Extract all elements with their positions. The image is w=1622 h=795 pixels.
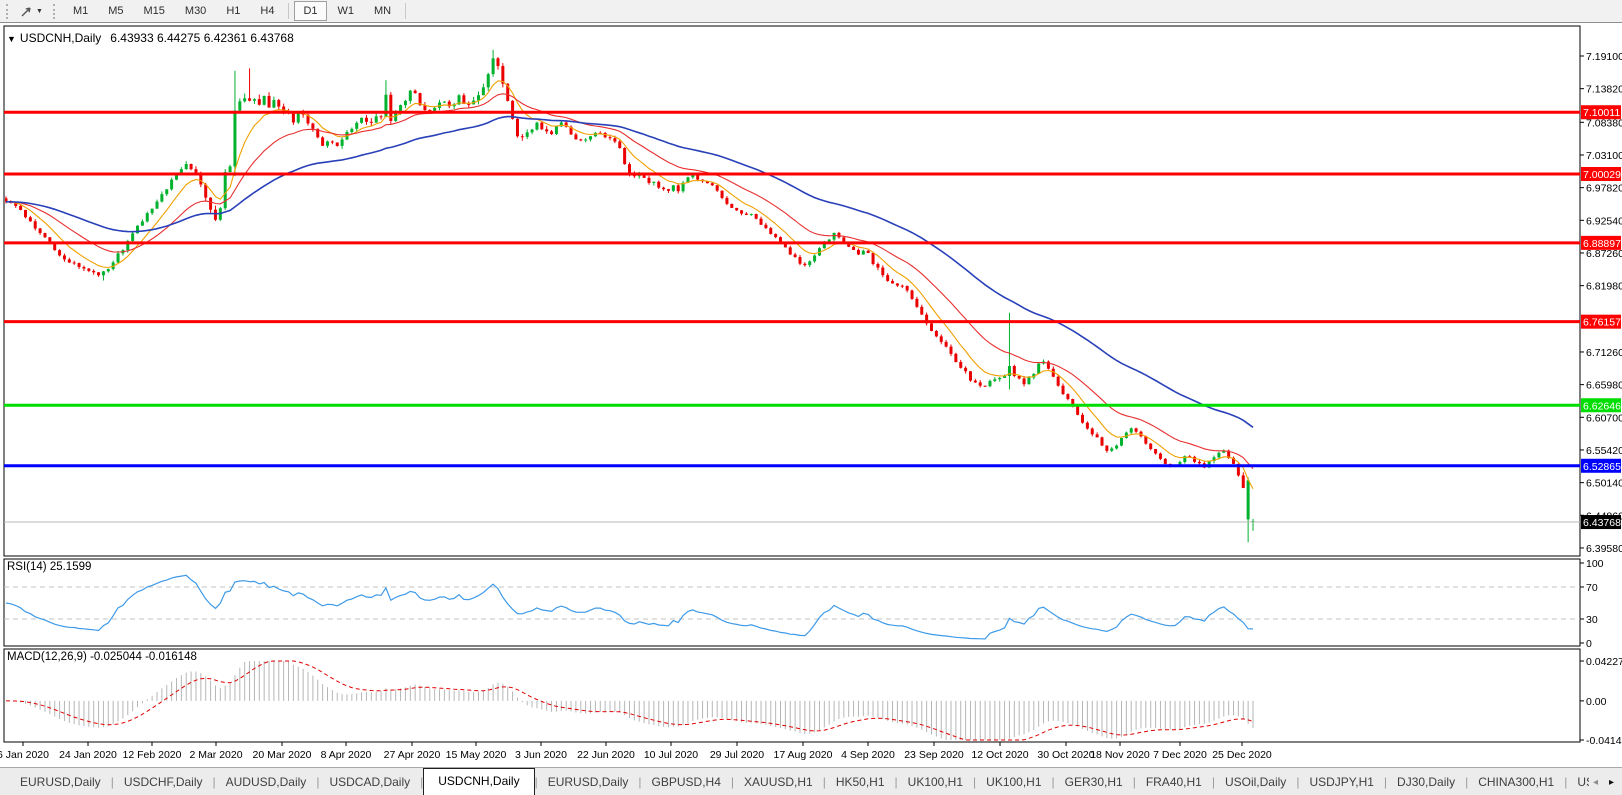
toolbar: ▼ M1 M5 M15 M30 H1 H4 D1 W1 MN: [0, 0, 1622, 23]
macd-tick: 0.042275: [1586, 656, 1622, 668]
price-tick: 6.55420: [1586, 445, 1622, 457]
macd-label: MACD(12,26,9) -0.025044 -0.016148: [7, 651, 197, 663]
timeframe-m1[interactable]: M1: [64, 1, 97, 21]
tab-china300-h1[interactable]: CHINA300,H1: [1468, 770, 1564, 795]
price-tick: 6.60700: [1586, 412, 1622, 424]
date-label: 10 Jul 2020: [644, 749, 698, 761]
collapse-triangle-icon[interactable]: ▼: [7, 34, 16, 44]
chart-ohlc-values: 6.43933 6.44275 6.42361 6.43768: [110, 31, 294, 45]
price-tick: 7.19100: [1586, 51, 1622, 63]
rsi-tick: 30: [1586, 614, 1598, 626]
macd-tick: 0.00: [1586, 696, 1607, 708]
date-label: 7 Dec 2020: [1153, 749, 1207, 761]
timeframe-m30[interactable]: M30: [176, 1, 215, 21]
toolbar-divider: [405, 3, 407, 19]
date-label: 27 Apr 2020: [384, 749, 441, 761]
tab-ger30-h1[interactable]: GER30,H1: [1055, 770, 1133, 795]
tab-scroll-arrows: ◂ ▸: [1589, 778, 1622, 795]
price-tick: 7.13820: [1586, 84, 1622, 96]
tab-uk100-h1[interactable]: UK100,H1: [898, 770, 973, 795]
tab-usdjpy-h1[interactable]: USDJPY,H1: [1299, 770, 1383, 795]
date-label: 18 Nov 2020: [1090, 749, 1150, 761]
cursor-tool-button[interactable]: ▼: [16, 4, 47, 19]
date-label: 29 Jul 2020: [710, 749, 764, 761]
tabs-scroll-left-icon[interactable]: ◂: [1593, 778, 1598, 788]
tab-audusd-daily[interactable]: AUDUSD,Daily: [216, 770, 317, 795]
tab-eurusd-daily[interactable]: EURUSD,Daily: [10, 770, 111, 795]
timeframe-m15[interactable]: M15: [135, 1, 174, 21]
rsi-tick: 70: [1586, 582, 1598, 594]
timeframe-d1[interactable]: D1: [294, 1, 327, 21]
price-tick: 6.50140: [1586, 478, 1622, 490]
date-label: 17 Aug 2020: [774, 749, 833, 761]
price-tick: 7.03100: [1586, 150, 1622, 162]
price-tick: 6.65980: [1586, 380, 1622, 392]
date-label: 8 Apr 2020: [321, 749, 372, 761]
timeframe-mn[interactable]: MN: [365, 1, 400, 21]
date-label: 12 Feb 2020: [123, 749, 182, 761]
toolbar-grip[interactable]: [6, 3, 11, 19]
date-label: 24 Jan 2020: [59, 749, 117, 761]
date-label: 6 Jan 2020: [0, 749, 49, 761]
dropdown-caret-icon: ▼: [36, 7, 43, 15]
cursor-tool-icon: [21, 6, 31, 16]
timeframe-bar: M1 M5 M15 M30 H1 H4 D1 W1 MN: [63, 0, 410, 22]
price-tick: 6.81980: [1586, 281, 1622, 293]
macd-tick: -0.04148: [1586, 735, 1622, 747]
date-label: 22 Jun 2020: [577, 749, 635, 761]
rsi-tick: 100: [1586, 558, 1604, 570]
mt4-chart-window: ▼ M1 M5 M15 M30 H1 H4 D1 W1 MN 7.19100 7.13820 7.0…: [0, 0, 1622, 795]
tab-fra40-h1[interactable]: FRA40,H1: [1136, 770, 1212, 795]
price-tick: 6.97820: [1586, 183, 1622, 195]
chart-tabs: EURUSD,Daily | USDCHF,Daily | AUDUSD,Daily | U…: [0, 768, 1589, 795]
rsi-label: RSI(14) 25.1599: [7, 561, 92, 573]
svg-text:6.52865: 6.52865: [1583, 461, 1621, 473]
date-label: 15 May 2020: [446, 749, 507, 761]
price-tick: 6.71260: [1586, 347, 1622, 359]
date-label: 2 Mar 2020: [189, 749, 242, 761]
timeframe-m5[interactable]: M5: [99, 1, 132, 21]
date-label: 25 Dec 2020: [1212, 749, 1272, 761]
tab-usdcad-daily[interactable]: USDCAD,Daily: [319, 770, 420, 795]
svg-text:6.88897: 6.88897: [1583, 238, 1621, 250]
svg-text:7.10011: 7.10011: [1583, 107, 1620, 119]
tab-xauusd-h1[interactable]: XAUUSD,H1: [734, 770, 823, 795]
tabs-scroll-right-icon[interactable]: ▸: [1609, 778, 1614, 788]
chart-tab-bar: EURUSD,Daily | USDCHF,Daily | AUDUSD,Daily | U…: [0, 767, 1622, 795]
tab-usoil-daily[interactable]: USOil,Daily: [1215, 770, 1296, 795]
tab-eurusd-daily[interactable]: EURUSD,Daily: [538, 770, 639, 795]
date-label: 12 Oct 2020: [971, 749, 1028, 761]
chart-title: ▼ USDCNH,Daily 6.43933 6.44275 6.42361 6.4…: [7, 31, 294, 45]
tab-usdcnh-daily[interactable]: USDCNH,Daily: [423, 768, 535, 795]
price-tick: 6.92540: [1586, 215, 1622, 227]
chart-canvas[interactable]: 7.191007.138207.083807.031006.978206.925…: [0, 0, 1622, 795]
date-label: 3 Jun 2020: [515, 749, 567, 761]
svg-text:6.76157: 6.76157: [1583, 317, 1621, 329]
svg-text:6.43768: 6.43768: [1583, 517, 1621, 529]
tab-usdchf-daily[interactable]: USDCHF,Daily: [114, 770, 213, 795]
timeframe-h1[interactable]: H1: [217, 1, 249, 21]
date-label: 20 Mar 2020: [253, 749, 312, 761]
tab-dj30-daily[interactable]: DJ30,Daily: [1387, 770, 1465, 795]
chart-symbol-label: USDCNH,Daily: [19, 31, 102, 45]
toolbar-grip-2[interactable]: [52, 3, 58, 19]
toolbar-divider: [288, 3, 290, 19]
timeframe-w1[interactable]: W1: [329, 1, 364, 21]
tab-uk100-h1[interactable]: UK100,H1: [976, 770, 1051, 795]
price-tick: 6.39580: [1586, 543, 1622, 555]
date-label: 23 Sep 2020: [904, 749, 964, 761]
timeframe-h4[interactable]: H4: [251, 1, 283, 21]
svg-text:6.62646: 6.62646: [1583, 400, 1621, 412]
rsi-tick: 0: [1586, 638, 1592, 650]
date-label: 30 Oct 2020: [1037, 749, 1094, 761]
macd-pane[interactable]: [3, 648, 1581, 743]
tab-usoil[interactable]: USOil,: [1567, 770, 1589, 795]
rsi-pane[interactable]: [3, 558, 1581, 647]
svg-text:7.00029: 7.00029: [1583, 169, 1621, 181]
date-label: 4 Sep 2020: [841, 749, 895, 761]
tab-gbpusd-h4[interactable]: GBPUSD,H4: [642, 770, 731, 795]
tab-hk50-h1[interactable]: HK50,H1: [826, 770, 895, 795]
